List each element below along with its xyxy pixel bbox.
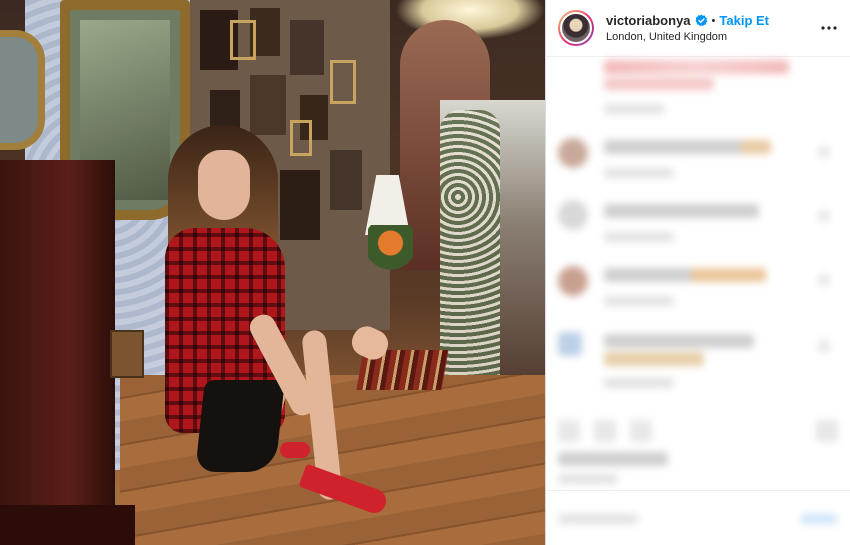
more-options-icon[interactable] [819,18,839,38]
wall-socket [110,330,144,378]
like-heart-icon [818,340,830,352]
person-face [198,150,250,220]
comment-meta [604,378,674,388]
staircase-garland [440,110,500,400]
avatar-image [560,12,592,44]
comment-emoji [741,140,771,154]
comment-avatar [558,332,582,356]
comment-line [604,268,694,282]
comment-line [604,140,754,154]
post-comment-button [801,514,837,524]
comment-avatar [558,266,588,296]
like-icon [558,420,580,442]
comment-line [604,334,754,348]
side-mirror [0,30,45,150]
save-icon [816,420,838,442]
clock-base [0,505,135,545]
share-icon [630,420,652,442]
like-heart-icon [818,274,830,286]
post-side-panel: victoriabonya • Takip Et London, United … [545,0,850,545]
comment-icon [594,420,616,442]
comment-meta [604,168,674,178]
post-photo[interactable] [0,0,545,545]
flower-vase [368,225,413,285]
comment-avatar [558,200,588,230]
separator-dot: • [711,14,716,27]
comment-emoji [604,352,704,366]
username-link[interactable]: victoriabonya [606,13,691,28]
gold-frame [330,60,356,104]
comment-meta [604,232,674,242]
likes-count [558,452,668,466]
comment-emoji [691,268,766,282]
black-skirt [195,380,285,472]
post-header: victoriabonya • Takip Et London, United … [546,0,850,56]
red-shoe [280,442,310,458]
follow-button[interactable]: Takip Et [719,13,769,28]
location-link[interactable]: London, United Kingdom [606,31,769,43]
like-heart-icon [818,210,830,222]
grandfather-clock [0,160,115,545]
user-block: victoriabonya • Takip Et London, United … [606,13,769,43]
caption-line [604,60,789,74]
comment-avatar [558,138,588,168]
header-divider [546,56,850,57]
verified-badge-icon [695,14,708,27]
user-line: victoriabonya • Takip Et [606,13,769,28]
caption-meta [604,104,664,114]
comment-meta [604,296,674,306]
add-comment-placeholder [558,514,638,524]
avatar[interactable] [558,10,594,46]
gold-frame [290,120,312,156]
gold-frame [230,20,256,60]
caption-line [604,78,714,90]
footer-divider [546,490,850,491]
post-date [558,474,618,484]
like-heart-icon [818,146,830,158]
comment-line [604,204,759,218]
